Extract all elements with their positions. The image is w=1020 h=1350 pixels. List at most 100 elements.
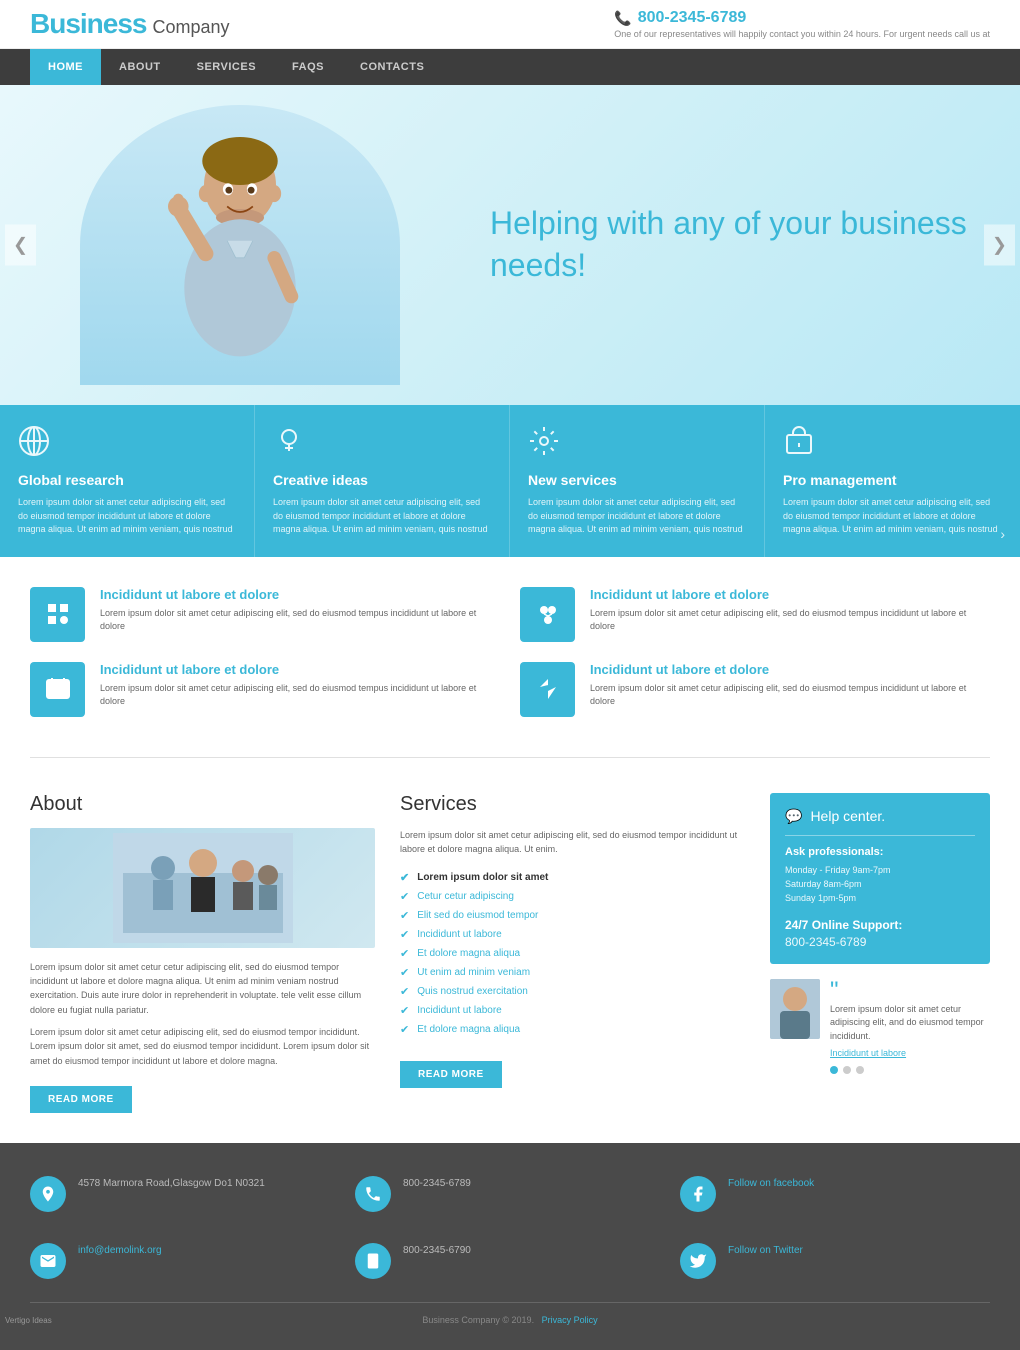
about-para-2: Lorem ipsum dolor sit amet cetur adipisc…: [30, 1025, 375, 1068]
support-phone: 800-2345-6789: [785, 935, 975, 949]
dot-1: [830, 1066, 838, 1074]
checklist-item-5: ✔Et dolore magna aliqua: [400, 944, 745, 963]
main-nav: HOME ABOUT SERVICES FAQS CONTACTS: [0, 49, 1020, 85]
testimonial-text: Lorem ipsum dolor sit amet cetur adipisc…: [830, 1003, 990, 1044]
feature-box-1: Global research Lorem ipsum dolor sit am…: [0, 405, 255, 557]
logo-area: Business Company: [30, 8, 230, 40]
checklist-item-6: ✔Ut enim ad minim veniam: [400, 963, 745, 982]
feature-2-icon: [273, 425, 491, 464]
check-icon-5: ✔: [400, 947, 409, 960]
check-icon-6: ✔: [400, 966, 409, 979]
checklist-item-8: ✔Incididunt ut labore: [400, 1001, 745, 1020]
footer: 4578 Marmora Road,Glasgow Do1 N0321 800-…: [0, 1143, 1020, 1350]
services-read-more-button[interactable]: READ MORE: [400, 1061, 502, 1088]
version-label: Vertigo Ideas: [5, 1316, 52, 1325]
footer-email-text: info@demolink.org: [78, 1243, 162, 1259]
footer-phone1-item: 800-2345-6789: [355, 1168, 665, 1220]
footer-facebook-icon: [680, 1176, 716, 1212]
contact-info: 📞 800-2345-6789 One of our representativ…: [614, 9, 990, 39]
service-row-1: Incididunt ut labore et dolore Lorem ips…: [30, 587, 990, 642]
feature-2-title: Creative ideas: [273, 472, 491, 488]
hero-person-placeholder: [80, 105, 400, 385]
service-item-2: Incididunt ut labore et dolore Lorem ips…: [520, 587, 990, 642]
check-icon-3: ✔: [400, 909, 409, 922]
top-bar: Business Company 📞 800-2345-6789 One of …: [0, 0, 1020, 49]
help-heading: 💬 Help center.: [785, 808, 975, 825]
about-read-more-button[interactable]: READ MORE: [30, 1086, 132, 1113]
testimonial-dots: [830, 1066, 990, 1074]
footer-phone2-icon: [355, 1243, 391, 1279]
service-text-3: Lorem ipsum dolor sit amet cetur adipisc…: [100, 682, 500, 709]
service-item-4: Incididunt ut labore et dolore Lorem ips…: [520, 662, 990, 717]
hours-mon-fri: Monday - Friday 9am-7pm: [785, 863, 975, 877]
feature-1-text: Lorem ipsum dolor sit amet cetur adipisc…: [18, 496, 236, 537]
privacy-link[interactable]: Privacy Policy: [542, 1315, 598, 1325]
testimonial-content: " Lorem ipsum dolor sit amet cetur adipi…: [830, 979, 990, 1075]
service-content-1: Incididunt ut labore et dolore Lorem ips…: [100, 587, 500, 634]
footer-location-icon: [30, 1176, 66, 1212]
footer-phone2-text: 800-2345-6790: [403, 1243, 471, 1259]
footer-grid: 4578 Marmora Road,Glasgow Do1 N0321 800-…: [30, 1168, 990, 1287]
footer-facebook-item: Follow on facebook: [680, 1168, 990, 1220]
help-chat-icon: 💬: [785, 808, 802, 825]
feature-4-title: Pro management: [783, 472, 1002, 488]
footer-address-item: 4578 Marmora Road,Glasgow Do1 N0321: [30, 1168, 340, 1220]
services-column: Services Lorem ipsum dolor sit amet cetu…: [400, 793, 745, 1114]
features-section: Global research Lorem ipsum dolor sit am…: [0, 405, 1020, 557]
feature-4-text: Lorem ipsum dolor sit amet cetur adipisc…: [783, 496, 1002, 537]
nav-home[interactable]: HOME: [30, 49, 101, 85]
logo-business: Business: [30, 8, 147, 40]
dot-2: [843, 1066, 851, 1074]
section-divider: [30, 757, 990, 758]
footer-facebook-text: Follow on facebook: [728, 1176, 814, 1192]
checklist-item-9: ✔Et dolore magna aliqua: [400, 1020, 745, 1039]
service-item-3: Incididunt ut labore et dolore Lorem ips…: [30, 662, 500, 717]
service-text-1: Lorem ipsum dolor sit amet cetur adipisc…: [100, 607, 500, 634]
service-title-2: Incididunt ut labore et dolore: [590, 587, 990, 602]
feature-4-arrow: ›: [1000, 526, 1005, 542]
checklist-item-1: ✔Lorem ipsum dolor sit amet: [400, 868, 745, 887]
feature-1-icon: [18, 425, 236, 464]
footer-twitter-text: Follow on Twitter: [728, 1243, 803, 1259]
service-icon-4: [520, 662, 575, 717]
services-section: Incididunt ut labore et dolore Lorem ips…: [0, 557, 1020, 747]
phone-icon: 📞: [614, 10, 631, 27]
check-icon-2: ✔: [400, 890, 409, 903]
hero-content: Helping with any of your business needs!: [0, 85, 1020, 405]
testimonial: " Lorem ipsum dolor sit amet cetur adipi…: [770, 979, 990, 1075]
feature-box-2: Creative ideas Lorem ipsum dolor sit ame…: [255, 405, 510, 557]
professionals-title: Ask professionals:: [785, 846, 975, 858]
hero-next-button[interactable]: ❯: [984, 225, 1015, 266]
footer-email-item: info@demolink.org: [30, 1235, 340, 1287]
service-title-3: Incididunt ut labore et dolore: [100, 662, 500, 677]
hero-person-svg: [140, 125, 340, 365]
service-icon-3: [30, 662, 85, 717]
feature-2-text: Lorem ipsum dolor sit amet cetur adipisc…: [273, 496, 491, 537]
about-heading: About: [30, 793, 375, 816]
testimonial-link[interactable]: Incididunt ut labore: [830, 1048, 990, 1058]
about-image: [30, 828, 375, 948]
feature-4-icon: [783, 425, 1002, 464]
check-icon-4: ✔: [400, 928, 409, 941]
nav-faqs[interactable]: FAQS: [274, 49, 342, 85]
nav-services[interactable]: SERVICES: [179, 49, 274, 85]
services-intro: Lorem ipsum dolor sit amet cetur adipisc…: [400, 828, 745, 857]
check-icon-9: ✔: [400, 1023, 409, 1036]
about-column: About Lorem ipsum dolor sit amet cetur c…: [30, 793, 375, 1114]
about-para-1: Lorem ipsum dolor sit amet cetur cetur a…: [30, 960, 375, 1018]
footer-bottom: Business Company © 2019. Privacy Policy: [30, 1302, 990, 1325]
nav-about[interactable]: ABOUT: [101, 49, 179, 85]
feature-box-3: New services Lorem ipsum dolor sit amet …: [510, 405, 765, 557]
check-icon-1: ✔: [400, 871, 409, 884]
footer-address-text: 4578 Marmora Road,Glasgow Do1 N0321: [78, 1176, 265, 1192]
nav-contacts[interactable]: CONTACTS: [342, 49, 442, 85]
services-checklist: ✔Lorem ipsum dolor sit amet ✔Cetur cetur…: [400, 868, 745, 1039]
hero-image: [30, 105, 450, 385]
service-icon-2: [520, 587, 575, 642]
quote-mark: ": [830, 979, 990, 1003]
feature-3-title: New services: [528, 472, 746, 488]
footer-phone1-text: 800-2345-6789: [403, 1176, 471, 1192]
testimonial-avatar: [770, 979, 820, 1039]
check-icon-7: ✔: [400, 985, 409, 998]
check-icon-8: ✔: [400, 1004, 409, 1017]
